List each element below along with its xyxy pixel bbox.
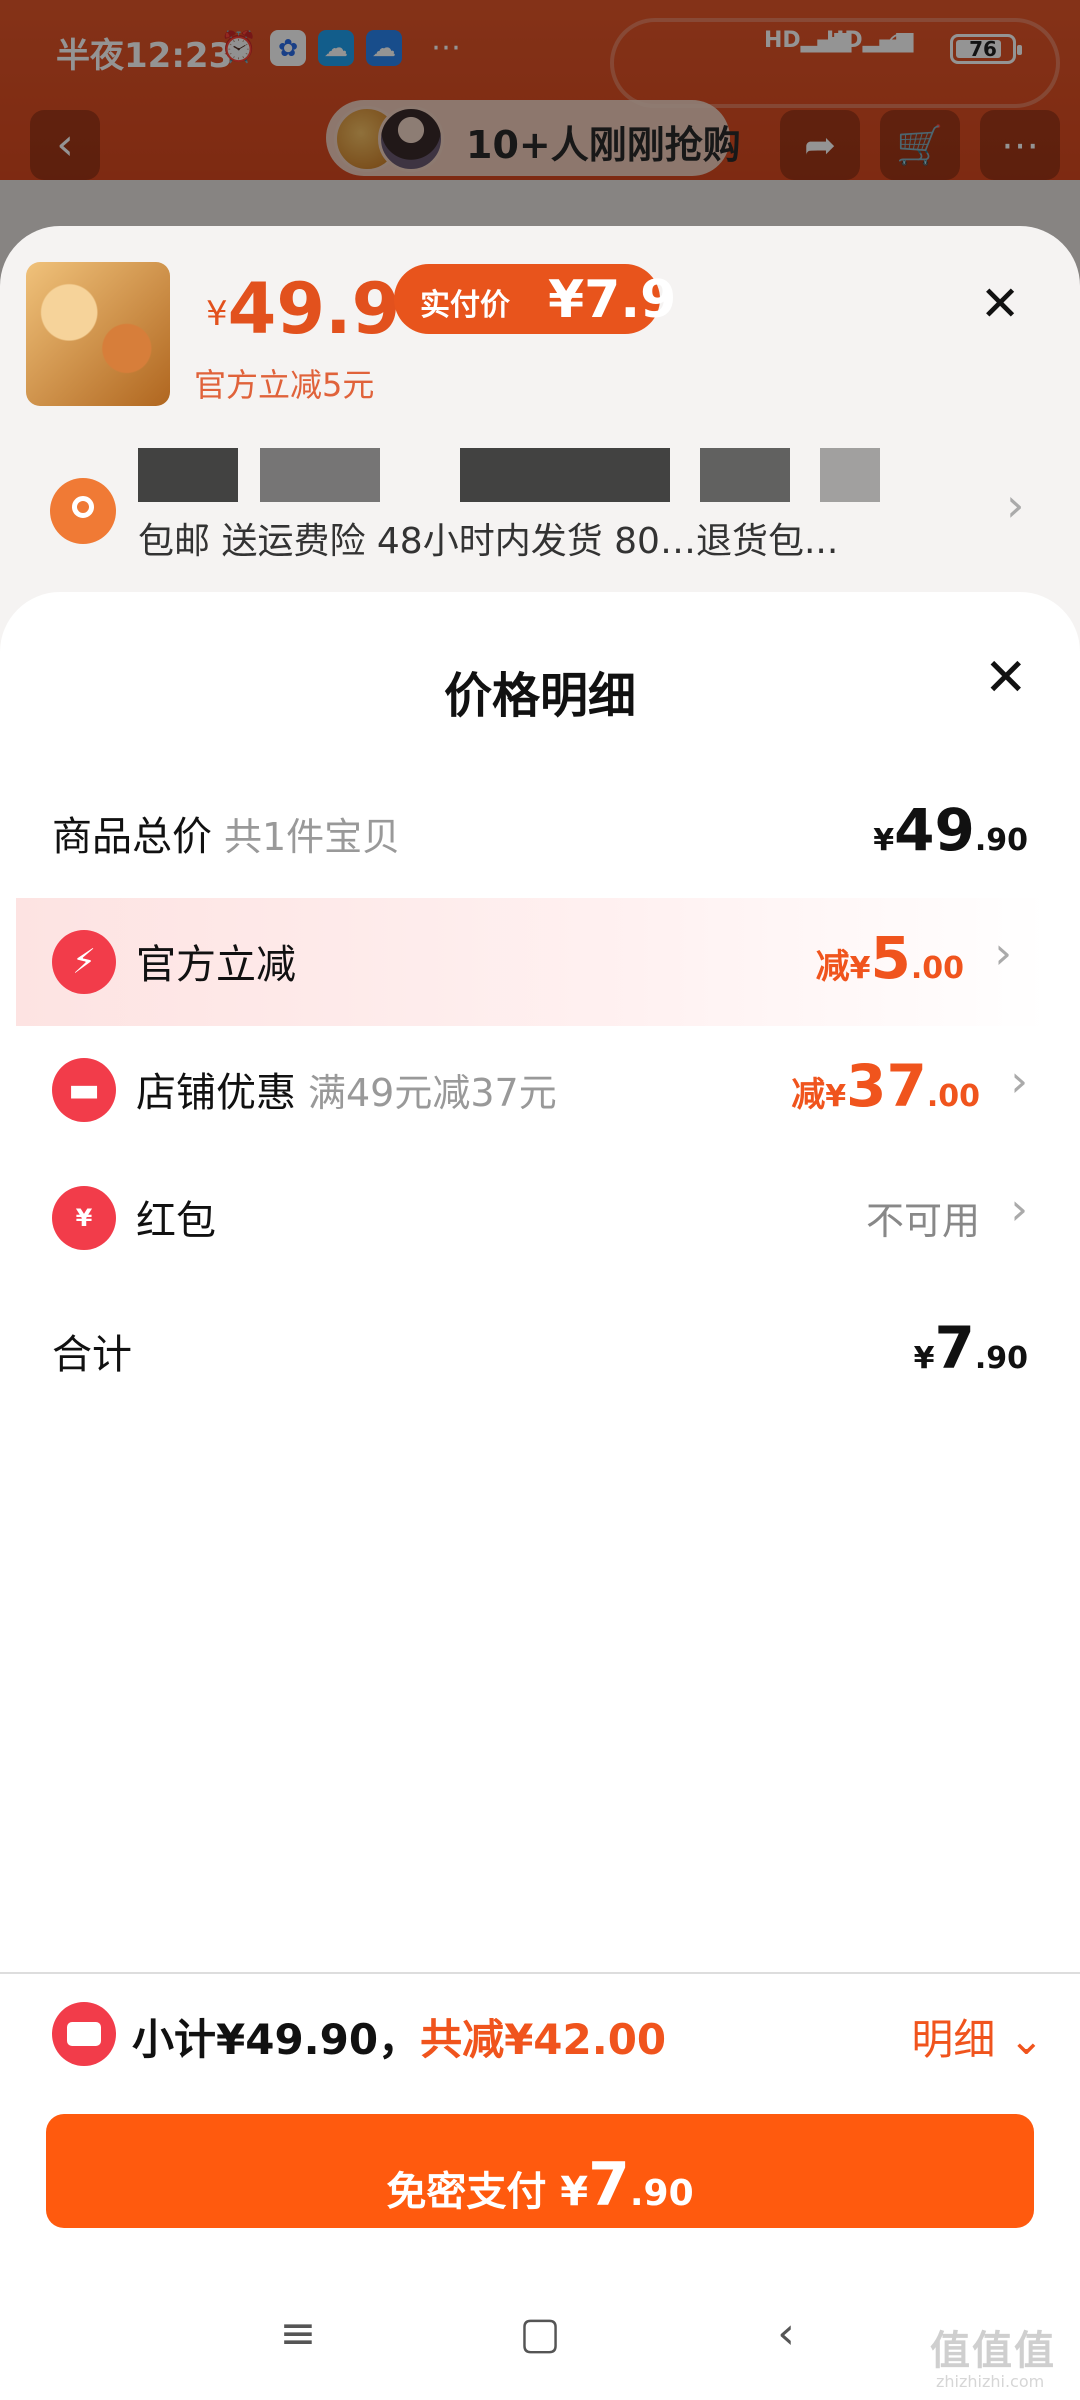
summary-text: 小计¥49.90，共减¥42.00 xyxy=(132,2006,666,2067)
shop-icon: ▬ xyxy=(52,1058,116,1122)
lightning-icon: ⚡ xyxy=(52,930,116,994)
location-icon xyxy=(50,478,116,544)
row-label: 店铺优惠 满49元减37元 xyxy=(136,1070,557,1116)
row-label: 红包 xyxy=(136,1198,216,1244)
chevron-right-icon[interactable]: › xyxy=(1006,478,1024,532)
pay-button[interactable]: 免密支付 ¥7.90 xyxy=(46,2114,1034,2228)
close-icon[interactable]: ✕ xyxy=(984,648,1028,708)
total-discount: 共减¥42.00 xyxy=(420,2015,667,2064)
row-amount: ¥49.90 xyxy=(873,796,1028,864)
chevron-down-icon: ⌄ xyxy=(1008,2015,1044,2064)
row-label: 合计 xyxy=(52,1332,132,1378)
redacted-address xyxy=(460,448,670,502)
row-official-discount[interactable]: ⚡ 官方立减 减¥5.00 › xyxy=(16,898,1048,1026)
row-label: 官方立减 xyxy=(136,942,296,988)
row-store-discount[interactable]: ▬ 店铺优惠 满49元减37元 减¥37.00 › xyxy=(0,1026,1080,1154)
redacted-address xyxy=(138,448,238,502)
chevron-right-icon: › xyxy=(1010,1184,1028,1235)
redacted-address xyxy=(260,448,380,502)
divider xyxy=(0,1972,1080,1974)
row-value: 不可用 xyxy=(865,1199,980,1243)
subtotal: 小计¥49.90， xyxy=(132,2015,421,2064)
delivery-info: 包邮 送运费险 48小时内发货 80…退货包... xyxy=(138,521,839,562)
watermark-url: zhizhizhi.com xyxy=(936,2372,1045,2391)
sheet-title: 价格明细 xyxy=(443,668,636,724)
row-label: 商品总价 共1件宝贝 xyxy=(52,814,401,860)
coupon-icon xyxy=(52,2002,116,2066)
official-discount-note: 官方立减5元 xyxy=(194,366,375,404)
close-icon[interactable]: ✕ xyxy=(980,276,1020,332)
menu-icon[interactable]: ≡ xyxy=(258,2308,338,2359)
row-amount: 减¥5.00 xyxy=(815,924,964,992)
detail-toggle-button[interactable]: 明细 ⌄ xyxy=(911,2006,1044,2067)
product-thumbnail xyxy=(26,262,170,406)
row-amount: ¥7.90 xyxy=(913,1314,1028,1382)
row-amount: 减¥37.00 xyxy=(791,1052,980,1120)
row-total: 合计 ¥7.90 xyxy=(0,1288,1080,1416)
row-goods-total: 商品总价 共1件宝贝 ¥49.90 xyxy=(0,770,1080,898)
row-red-envelope[interactable]: ¥ 红包 不可用 › xyxy=(0,1154,1080,1282)
redacted-address xyxy=(820,448,880,502)
row-sub: 共1件宝贝 xyxy=(224,815,401,859)
product-price: ¥49.9 xyxy=(206,268,401,350)
chevron-right-icon: › xyxy=(1010,1056,1028,1107)
system-nav-bar: ≡ ▢ ‹ xyxy=(0,2268,1080,2400)
watermark: 值值值 xyxy=(930,2328,1056,2374)
chevron-right-icon: › xyxy=(994,928,1012,979)
red-envelope-icon: ¥ xyxy=(52,1186,116,1250)
row-sub: 满49元减37元 xyxy=(308,1071,557,1115)
redacted-address xyxy=(700,448,790,502)
home-icon[interactable]: ▢ xyxy=(500,2308,580,2359)
back-icon[interactable]: ‹ xyxy=(746,2308,826,2359)
paid-price-badge: 实付价 ¥7.9 xyxy=(394,264,676,334)
